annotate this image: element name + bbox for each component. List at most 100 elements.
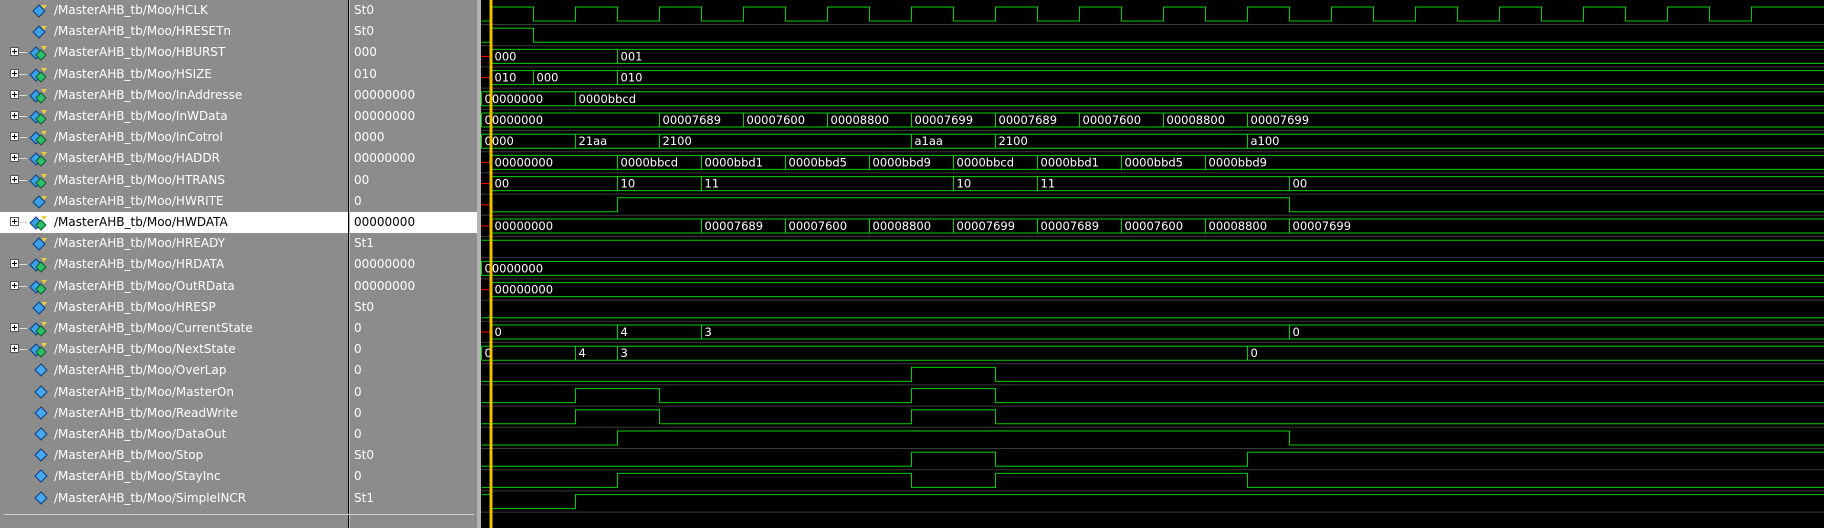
tree-connector — [19, 222, 27, 223]
bus-value-label: 00 — [1293, 177, 1308, 191]
bus-value-label: 000 — [537, 71, 559, 85]
signal-value: St1 — [354, 236, 374, 251]
bus-segment-nextstate — [481, 345, 576, 361]
tree-connector — [19, 137, 27, 139]
expand-plus-icon[interactable] — [10, 174, 19, 184]
signal-value-row-hwrite[interactable]: 0 — [350, 191, 478, 212]
signal-name: /MasterAHB_tb/Moo/HREADY — [54, 236, 225, 251]
names-scrollbar-track[interactable] — [4, 514, 474, 515]
signal-value: St1 — [354, 490, 374, 505]
signal-value-row-currentstate[interactable]: 0 — [350, 318, 478, 339]
signal-row-haddr[interactable]: /MasterAHB_tb/Moo/HADDR — [0, 148, 348, 169]
expand-plus-icon[interactable] — [10, 280, 19, 290]
signal-row-hready[interactable]: /MasterAHB_tb/Moo/HREADY — [0, 233, 348, 254]
signal-value-row-incotrol[interactable]: 0000 — [350, 127, 478, 148]
signal-value-row-haddr[interactable]: 00000000 — [350, 148, 478, 169]
signal-row-hwdata[interactable]: /MasterAHB_tb/Moo/HWDATA — [0, 212, 348, 233]
bus-value-label: 00 — [495, 177, 510, 191]
signal-value-row-simpleincr[interactable]: St1 — [350, 488, 478, 509]
signal-value-row-outrdata[interactable]: 00000000 — [350, 276, 478, 297]
bus-value-label: 21aa — [579, 134, 608, 148]
tree-connector — [19, 349, 27, 351]
tree-connector — [19, 264, 27, 266]
expand-plus-icon[interactable] — [10, 153, 19, 163]
expand-plus-icon[interactable] — [10, 47, 19, 57]
signal-value-row-readwrite[interactable]: 0 — [350, 403, 478, 424]
signal-row-incotrol[interactable]: /MasterAHB_tb/Moo/InCotrol — [0, 127, 348, 148]
bus-segment-htrans — [701, 176, 954, 192]
expand-plus-icon[interactable] — [10, 111, 19, 120]
bus-value-label: 00007699 — [915, 113, 974, 127]
expand-plus-icon[interactable] — [10, 259, 19, 269]
signal-value-row-hburst[interactable]: 000 — [350, 42, 478, 63]
signal-name: /MasterAHB_tb/Moo/InWData — [54, 109, 228, 123]
waveform-readwrite — [481, 409, 1824, 425]
signal-value: 0 — [354, 193, 362, 208]
signal-row-readwrite[interactable]: /MasterAHB_tb/Moo/ReadWrite — [0, 403, 348, 424]
signal-row-hresp[interactable]: /MasterAHB_tb/Moo/HRESP — [0, 297, 348, 318]
signal-value-row-hresp[interactable]: St0 — [350, 297, 478, 318]
signal-row-inaddresse[interactable]: /MasterAHB_tb/Moo/InAddresse — [0, 85, 348, 106]
signal-value: 0 — [354, 427, 362, 441]
signal-row-hwrite[interactable]: /MasterAHB_tb/Moo/HWRITE — [0, 191, 348, 212]
bus-value-label: 0000 — [485, 134, 514, 148]
signal-name: /MasterAHB_tb/Moo/HRESETn — [54, 24, 232, 39]
bus-value-label: 00007699 — [957, 219, 1016, 233]
signal-reg-icon — [27, 384, 51, 401]
signal-row-nextstate[interactable]: /MasterAHB_tb/Moo/NextState — [0, 339, 348, 360]
signal-row-currentstate[interactable]: /MasterAHB_tb/Moo/CurrentState — [0, 318, 348, 339]
expand-plus-icon[interactable] — [10, 68, 19, 78]
signal-row-masteron[interactable]: /MasterAHB_tb/Moo/MasterOn — [0, 382, 348, 403]
waveform-dataout — [481, 430, 1824, 446]
bus-value-label: 001 — [621, 49, 643, 63]
signal-row-inwdata[interactable]: /MasterAHB_tb/Moo/InWData — [0, 106, 348, 127]
waveform-canvas[interactable]: 000 001010 000 01000000000 0000bbcd00000000 0… — [481, 0, 1824, 528]
signal-value-row-inaddresse[interactable]: 00000000 — [350, 85, 478, 106]
waveform-stayinc — [481, 472, 1824, 488]
signal-value-row-nextstate[interactable]: 0 — [350, 339, 478, 360]
signal-value-row-hclk[interactable]: St0 — [350, 0, 478, 21]
expand-plus-icon[interactable] — [10, 344, 19, 354]
signal-value: 00000000 — [354, 257, 416, 272]
signal-row-overlap[interactable]: /MasterAHB_tb/Moo/OverLap — [0, 360, 348, 381]
signal-row-outrdata[interactable]: /MasterAHB_tb/Moo/OutRData — [0, 276, 348, 297]
expand-plus-icon[interactable] — [10, 132, 19, 142]
signal-value-row-masteron[interactable]: 0 — [350, 382, 478, 403]
bus-value-label: 00007689 — [663, 113, 722, 127]
signal-row-hresetn[interactable]: /MasterAHB_tb/Moo/HRESETn — [0, 21, 348, 42]
signal-value-row-hready[interactable]: St1 — [350, 233, 478, 254]
signal-row-hburst[interactable]: /MasterAHB_tb/Moo/HBURST — [0, 42, 348, 63]
bus-value-label: 00007600 — [1125, 219, 1184, 233]
signal-name: /MasterAHB_tb/Moo/HCLK — [54, 3, 208, 17]
signal-value-row-stayinc[interactable]: 0 — [350, 466, 478, 487]
signal-value: 0 — [354, 469, 362, 484]
signal-row-hsize[interactable]: /MasterAHB_tb/Moo/HSIZE — [0, 64, 348, 85]
signal-row-stayinc[interactable]: /MasterAHB_tb/Moo/StayInc — [0, 466, 348, 487]
signal-value-row-hsize[interactable]: 010 — [350, 64, 478, 85]
bus-segment-currentstate — [701, 324, 1290, 340]
expand-plus-icon[interactable] — [10, 323, 19, 332]
signal-row-dataout[interactable]: /MasterAHB_tb/Moo/DataOut — [0, 424, 348, 445]
signal-value-row-hwdata[interactable]: 00000000 — [350, 212, 478, 233]
waveform-pane[interactable]: 000 001 010 000 010 00000000 0000bbcd 00000000 0… — [481, 0, 1824, 528]
expand-plus-icon[interactable] — [10, 217, 19, 226]
signal-value: 00 — [354, 172, 370, 187]
signal-value: 0 — [354, 405, 362, 420]
bus-segment-currentstate — [1289, 324, 1824, 340]
signal-value-row-dataout[interactable]: 0 — [350, 424, 478, 445]
signal-bus-icon — [27, 320, 51, 337]
signal-bus-icon — [27, 44, 51, 62]
signal-value-row-inwdata[interactable]: 00000000 — [350, 106, 478, 127]
signal-row-hclk[interactable]: /MasterAHB_tb/Moo/HCLK — [0, 0, 348, 21]
expand-plus-icon[interactable] — [10, 89, 19, 99]
signal-row-simpleincr[interactable]: /MasterAHB_tb/Moo/SimpleINCR — [0, 488, 348, 509]
signal-value-row-hrdata[interactable]: 00000000 — [350, 254, 478, 275]
signal-value-row-stop[interactable]: St0 — [350, 445, 478, 466]
signal-row-htrans[interactable]: /MasterAHB_tb/Moo/HTRANS — [0, 170, 348, 191]
signal-value-row-hresetn[interactable]: St0 — [350, 21, 478, 42]
signal-value-row-overlap[interactable]: 0 — [350, 360, 478, 381]
signal-row-hrdata[interactable]: /MasterAHB_tb/Moo/HRDATA — [0, 254, 348, 275]
signal-row-stop[interactable]: /MasterAHB_tb/Moo/Stop — [0, 445, 348, 466]
bus-segment-htrans — [491, 176, 618, 192]
signal-value-row-htrans[interactable]: 00 — [350, 170, 478, 191]
